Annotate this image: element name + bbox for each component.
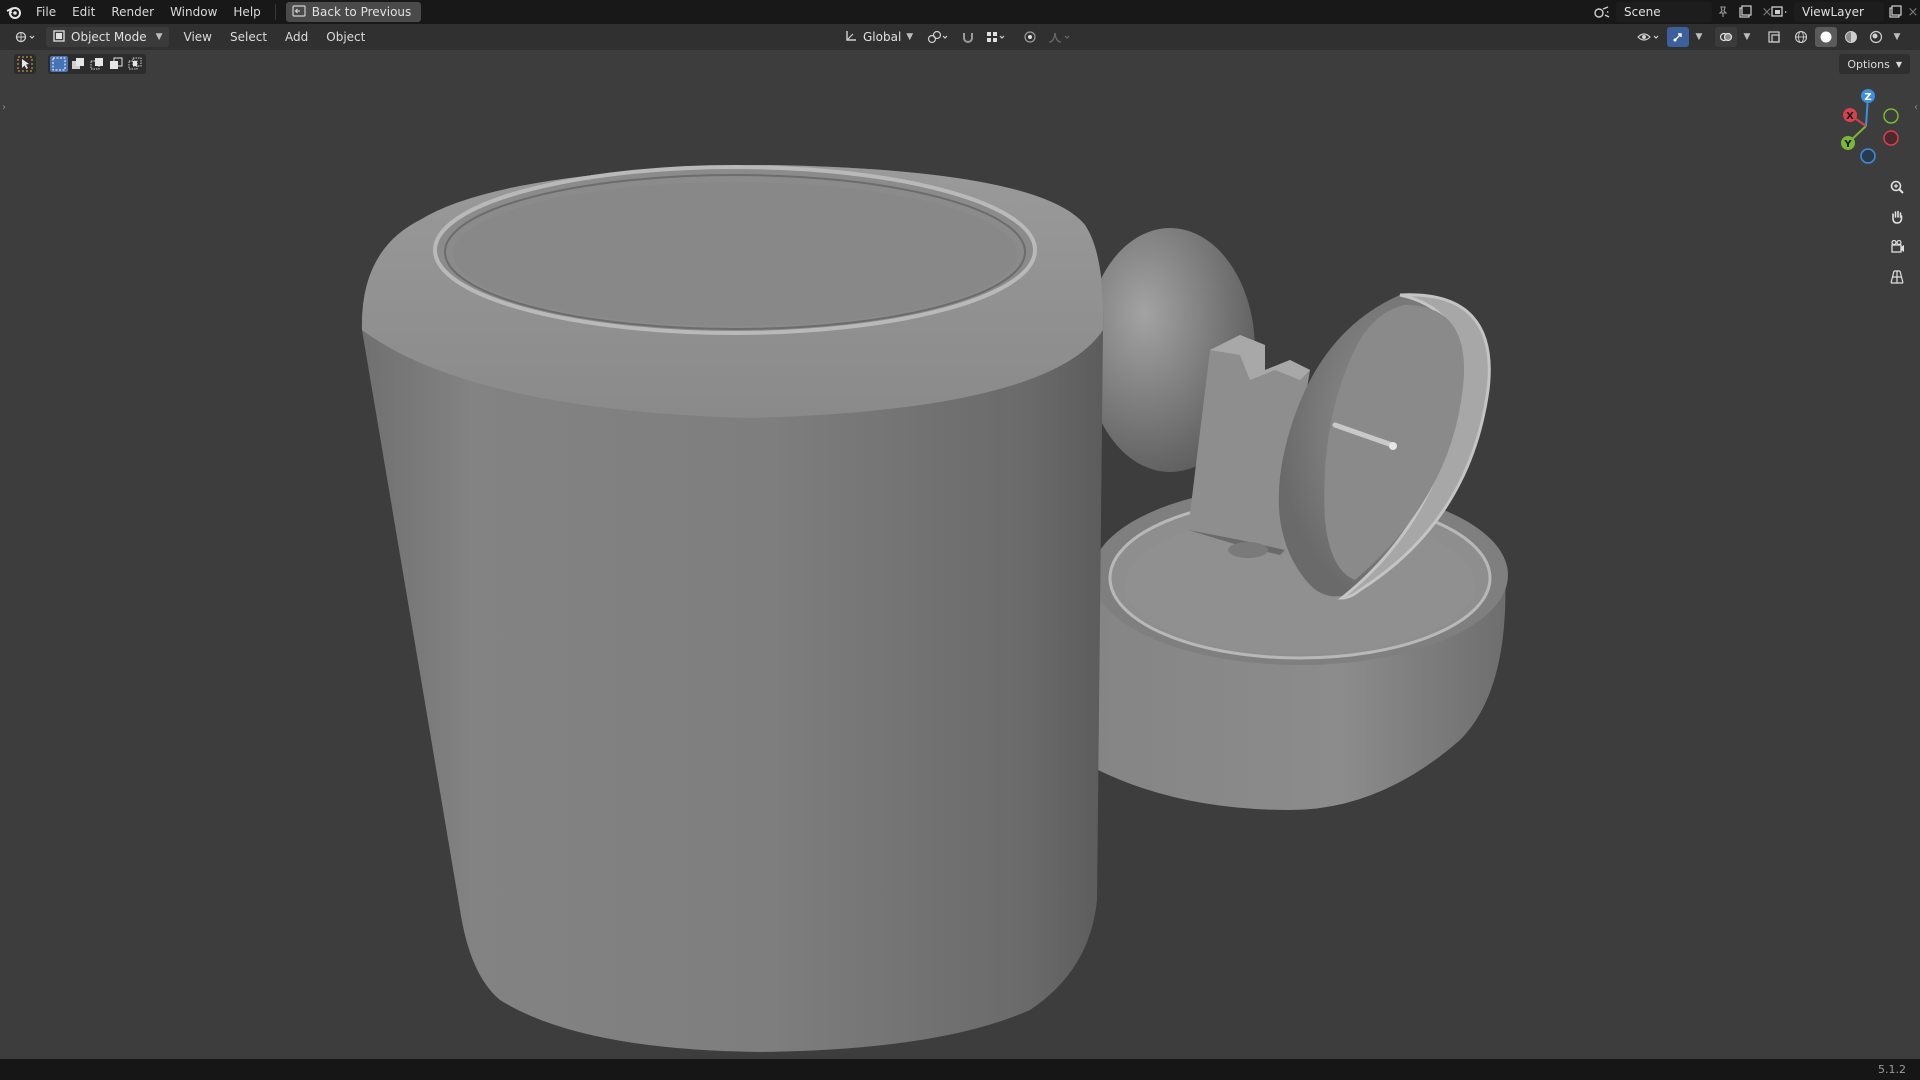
menu-edit[interactable]: Edit (64, 0, 103, 24)
menu-file[interactable]: File (28, 0, 64, 24)
perspective-toggle-icon[interactable] (1885, 265, 1909, 289)
axis-neg-z-handle[interactable] (1860, 148, 1876, 164)
menu-select[interactable]: Select (221, 30, 276, 44)
tool-settings-row (14, 53, 146, 75)
axis-neg-x-handle[interactable] (1883, 130, 1899, 146)
blender-logo-icon[interactable] (0, 0, 28, 24)
axis-neg-y-handle[interactable] (1883, 108, 1899, 124)
object-mode-label: Object Mode (71, 30, 147, 44)
snap-target-icon[interactable] (983, 27, 1009, 47)
proportional-editing-icon[interactable] (1019, 27, 1041, 47)
main-cylinder-mesh[interactable] (361, 165, 1104, 1052)
version-label: 5.1.2 (1878, 1063, 1906, 1076)
pivot-point-icon[interactable] (923, 27, 953, 47)
xray-toggle-icon[interactable] (1763, 27, 1785, 47)
viewport-display-tools: ▼ ▼ ▼ (1634, 27, 1904, 47)
selection-mode-group (48, 54, 146, 74)
options-dropdown[interactable]: Options ▼ (1839, 54, 1910, 74)
camera-view-icon[interactable] (1885, 235, 1909, 259)
viewport-scene (361, 165, 1508, 1052)
status-bar: 5.1.2 (0, 1059, 1920, 1080)
wireframe-shading-icon[interactable] (1790, 27, 1812, 47)
menu-view[interactable]: View (175, 30, 221, 44)
scene-name: Scene (1624, 5, 1661, 19)
editor-type-icon[interactable] (10, 27, 40, 47)
menu-help[interactable]: Help (225, 0, 268, 24)
view-layer-icon[interactable] (1766, 2, 1794, 22)
select-extend-mode-icon[interactable] (69, 56, 87, 72)
divider (274, 4, 276, 20)
viewport-header: Object Mode ▼ View Select Add Object Glo… (0, 24, 1920, 50)
view-layer-name: ViewLayer (1802, 5, 1864, 19)
pin-icon[interactable] (1712, 2, 1734, 22)
delete-view-layer-icon[interactable]: × (1906, 2, 1920, 22)
back-to-previous-button[interactable]: Back to Previous (285, 2, 422, 22)
snap-toggle-icon[interactable] (957, 27, 979, 47)
shading-options-chevron-icon[interactable]: ▼ (1890, 27, 1904, 47)
view-layer-field[interactable]: ViewLayer (1794, 2, 1884, 22)
material-preview-shading-icon[interactable] (1840, 27, 1862, 47)
overlays-options-chevron-icon[interactable]: ▼ (1740, 27, 1754, 47)
select-intersect-mode-icon[interactable] (126, 56, 144, 72)
top-bar: File Edit Render Window Help Back to Pre… (0, 0, 1920, 24)
select-invert-mode-icon[interactable] (107, 56, 125, 72)
navigation-gizmo[interactable]: Z Y X (1828, 88, 1904, 164)
view-layer-selector: ViewLayer × (1766, 2, 1920, 22)
scene-selector: Scene × (1588, 2, 1778, 22)
zoom-icon[interactable] (1885, 175, 1909, 199)
right-panel-toggle-icon[interactable]: ‹ (1914, 102, 1918, 113)
show-gizmo-icon[interactable] (1667, 27, 1689, 47)
scene-name-field[interactable]: Scene (1616, 2, 1712, 22)
back-to-previous-label: Back to Previous (311, 5, 412, 19)
menu-window[interactable]: Window (162, 0, 225, 24)
visibility-icon[interactable] (1634, 27, 1664, 47)
3d-viewport[interactable]: › ‹ Z Y X (0, 50, 1920, 1059)
chevron-down-icon: ▼ (1895, 59, 1902, 69)
overlays-icon[interactable] (1715, 27, 1737, 47)
menu-render[interactable]: Render (103, 0, 162, 24)
object-mode-icon (52, 29, 66, 46)
menu-add[interactable]: Add (276, 30, 317, 44)
new-scene-icon[interactable] (1734, 2, 1756, 22)
left-panel-toggle-icon[interactable]: › (2, 102, 6, 113)
select-tool-icon[interactable] (14, 54, 36, 74)
axis-y-label: Y (1843, 139, 1852, 150)
chevron-down-icon: ▼ (906, 32, 914, 42)
solid-shading-icon[interactable] (1815, 27, 1837, 47)
select-new-mode-icon[interactable] (50, 56, 68, 72)
pan-hand-icon[interactable] (1885, 205, 1909, 229)
select-subtract-mode-icon[interactable] (88, 56, 106, 72)
orientation-icon (844, 29, 858, 46)
gizmo-options-chevron-icon[interactable]: ▼ (1692, 27, 1706, 47)
transform-orientation-label: Global (863, 30, 902, 44)
chevron-down-icon: ▼ (155, 32, 163, 42)
falloff-icon[interactable] (1045, 27, 1075, 47)
scene-icon[interactable] (1588, 2, 1616, 22)
new-view-layer-icon[interactable] (1884, 2, 1906, 22)
axis-x-label: X (1846, 111, 1854, 122)
options-label: Options (1847, 57, 1890, 71)
transform-tools: Global ▼ (838, 27, 1075, 47)
axis-z-label: Z (1864, 92, 1871, 103)
object-mode-dropdown[interactable]: Object Mode ▼ (46, 27, 169, 47)
menu-object[interactable]: Object (317, 30, 374, 44)
back-icon (292, 4, 306, 20)
rendered-shading-icon[interactable] (1865, 27, 1887, 47)
transform-orientation-dropdown[interactable]: Global ▼ (838, 27, 919, 47)
